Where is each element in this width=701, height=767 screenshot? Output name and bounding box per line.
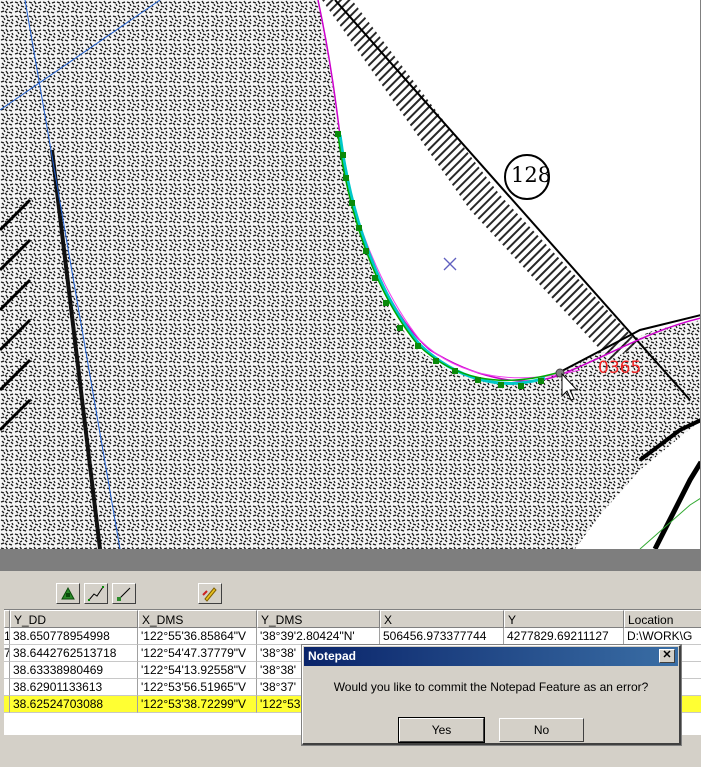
column-header[interactable]: X_DMS (138, 610, 257, 628)
table-cell: 38.6442762513718 (10, 645, 138, 662)
column-header[interactable]: Y_DMS (257, 610, 380, 628)
table-cell: '122°54'47.37779"V (138, 645, 257, 662)
pencil-edit-button[interactable] (198, 583, 222, 604)
column-header[interactable]: Y_DD (10, 610, 138, 628)
no-button[interactable]: No (499, 718, 584, 742)
map-view[interactable]: 128 0365 (0, 0, 701, 549)
vertex-select-icon (61, 586, 75, 600)
map-canvas[interactable] (0, 0, 701, 549)
table-toolbar (0, 571, 701, 609)
vertex-select-button[interactable] (56, 583, 80, 604)
table-row[interactable]: 1 38.650778954998 '122°55'36.85864"V '38… (4, 628, 701, 645)
parcel-number: 128 (511, 163, 552, 187)
table-cell: 38.62524703088 (10, 696, 138, 713)
dialog-message: Would you like to commit the Notepad Fea… (333, 680, 649, 694)
column-header[interactable]: X (380, 610, 504, 628)
edit-sketch-icon (88, 586, 104, 601)
yes-button[interactable]: Yes (398, 717, 485, 743)
table-cell: '122°53'56.51965"V (138, 679, 257, 696)
table-cell: 38.62901133613 (10, 679, 138, 696)
table-cell: '122°53'38.72299"V (138, 696, 257, 713)
table-header-row: Y_DD X_DMS Y_DMS X Y Location (4, 610, 701, 628)
edit-sketch-button[interactable] (84, 583, 108, 604)
notepad-dialog: Notepad ✕ Would you like to commit the N… (302, 645, 681, 745)
panel-splitter[interactable] (0, 549, 701, 571)
pencil-edit-icon (202, 587, 217, 602)
table-cell: '122°54'13.92558"V (138, 662, 257, 679)
dialog-close-button[interactable]: ✕ (659, 649, 675, 663)
table-cell: '122°55'36.85864"V (138, 628, 257, 645)
table-cell: 506456.973377744 (380, 628, 504, 645)
dialog-title-bar[interactable]: Notepad ✕ (304, 647, 678, 666)
draw-line-icon (117, 587, 131, 601)
table-cell: 38.63338980469 (10, 662, 138, 679)
table-cell: 4277829.69211127 (504, 628, 624, 645)
column-header[interactable]: Y (504, 610, 624, 628)
draw-line-button[interactable] (112, 583, 136, 604)
column-header[interactable]: Location (624, 610, 701, 628)
table-cell: '38°39'2.80424"N' (257, 628, 380, 645)
close-icon: ✕ (662, 649, 672, 661)
table-cell: D:\WORK\G (624, 628, 701, 645)
feature-id-label: 0365 (598, 358, 642, 378)
table-cell: 38.650778954998 (10, 628, 138, 645)
dialog-title: Notepad (308, 649, 356, 663)
